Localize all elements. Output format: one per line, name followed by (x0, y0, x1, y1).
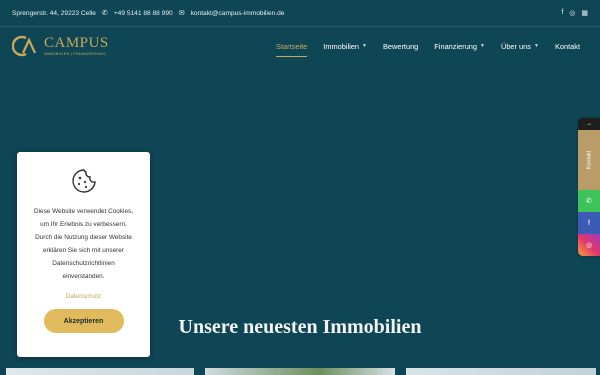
nav-item-bewertung[interactable]: Bewertung (375, 42, 426, 51)
whatsapp-icon[interactable]: ✆ (578, 190, 600, 212)
social-links: f ◎ ▦ (561, 9, 588, 17)
contact-info: Sprengerstr. 44, 29223 Celle ✆ +49 5141 … (12, 9, 285, 18)
property-card-image[interactable] (406, 368, 596, 375)
main-nav: Startseite Immobilien ▼ Bewertung Finanz… (268, 42, 588, 57)
chevron-down-icon: ▼ (362, 43, 367, 49)
section-heading: Unsere neuesten Immobilien (178, 316, 422, 338)
phone-link[interactable]: +49 5141 88 88 990 (114, 10, 173, 17)
nav-item-finanzierung[interactable]: Finanzierung ▼ (426, 42, 493, 51)
nav-item-startseite[interactable]: Startseite (268, 42, 315, 57)
side-contact-panel: → Kontakt ✆ f ◎ (578, 118, 600, 256)
cookie-icon (71, 169, 96, 193)
nav-item-ueber-uns[interactable]: Über uns ▼ (493, 42, 547, 51)
logo[interactable]: CAMPUS IMMOBILIEN | FINANZIERUNG (12, 35, 109, 57)
logo-name: CAMPUS (44, 35, 109, 51)
cookie-text: Diese Website verwendet Cookies, um Ihr … (34, 208, 133, 280)
address-text: Sprengerstr. 44, 29223 Celle (12, 9, 96, 17)
side-kontakt-button[interactable]: Kontakt (578, 130, 600, 190)
chevron-down-icon: ▼ (533, 43, 539, 49)
privacy-link[interactable]: Datenschutz (66, 293, 102, 300)
property-card-image[interactable] (6, 368, 194, 375)
logo-tagline: IMMOBILIEN | FINANZIERUNG (44, 51, 106, 56)
facebook-icon[interactable]: f (561, 9, 563, 17)
logo-mark-icon (12, 35, 36, 57)
instagram-icon[interactable]: ◎ (569, 9, 575, 17)
nav-item-kontakt[interactable]: Kontakt (547, 42, 588, 51)
phone-icon: ✆ (101, 10, 108, 17)
property-card-image[interactable] (205, 368, 395, 375)
main-header: CAMPUS IMMOBILIEN | FINANZIERUNG Startse… (0, 27, 600, 65)
top-info-bar: Sprengerstr. 44, 29223 Celle ✆ +49 5141 … (0, 0, 600, 26)
arrow-right-icon[interactable]: → (578, 118, 600, 130)
map-icon[interactable]: ▦ (581, 9, 588, 17)
facebook-icon[interactable]: f (578, 212, 600, 234)
mail-icon: ✉ (178, 10, 185, 17)
nav-item-immobilien[interactable]: Immobilien ▼ (315, 42, 375, 51)
instagram-icon[interactable]: ◎ (578, 234, 600, 256)
chevron-down-icon: ▼ (480, 43, 485, 49)
email-link[interactable]: kontakt@campus-immobilien.de (191, 10, 285, 17)
